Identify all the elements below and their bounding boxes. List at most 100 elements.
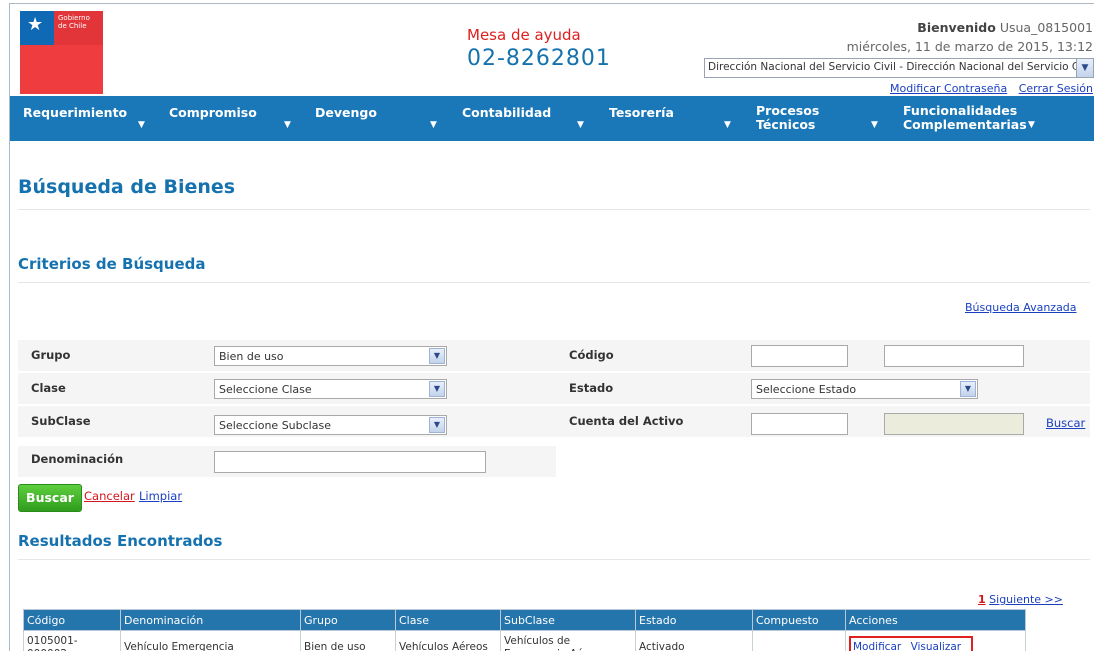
app-window: ★ Gobierno de Chile Mesa de ayuda 02-826… [9,3,1094,651]
divider [18,282,1090,283]
nav-item-compromiso[interactable]: Compromiso ▼ [169,105,291,151]
grupo-select-value: Bien de uso [219,350,284,363]
welcome-prefix: Bienvenido [917,20,996,35]
search-button[interactable]: Buscar [18,484,82,512]
nav-item-label: Requerimiento [23,105,128,120]
nav-item-requerimiento[interactable]: Requerimiento ▼ [23,105,145,151]
cancel-link[interactable]: Cancelar [84,489,135,503]
estado-select-value: Seleccione Estado [756,383,857,396]
grupo-select[interactable]: Bien de uso ▼ [214,346,447,366]
actions-highlight: Modificar Visualizar [849,635,974,651]
help-desk-phone: 02-8262801 [467,46,611,71]
clase-select[interactable]: Seleccione Clase ▼ [214,379,447,399]
codigo-field-2[interactable] [884,345,1024,367]
subclase-select[interactable]: Seleccione Subclase ▼ [214,415,447,435]
nav-item-label: Funcionalidades Complementarias [903,103,1027,132]
caret-down-icon: ▼ [284,120,291,130]
nav-item-label: Procesos Técnicos [756,103,820,132]
caret-down-icon: ▼ [724,120,731,130]
table-row: 0105001-000002 Vehículo Emergencia Bien … [23,630,1026,651]
nav-item-label: Contabilidad [462,105,552,120]
column-header[interactable]: Grupo [300,609,396,631]
page-title: Búsqueda de Bienes [18,176,236,198]
nav-item-funcionalidades-complementarias[interactable]: Funcionalidades Complementarias ▼ [903,104,1088,149]
column-header[interactable]: Estado [635,609,753,631]
cell-estado: Activado [635,630,753,651]
subclase-label: SubClase [31,414,91,428]
nav-item-procesos-tecnicos[interactable]: Procesos Técnicos ▼ [756,103,878,149]
column-header[interactable]: Clase [395,609,501,631]
cell-subclase: Vehículos de Emergencia Aéreos [500,630,636,651]
main-nav: Requerimiento ▼ Compromiso ▼ Devengo ▼ C… [10,96,1094,141]
column-header[interactable]: Código [23,609,121,631]
cuenta-description-field [884,413,1024,435]
column-header[interactable]: Compuesto [752,609,846,631]
criteria-title: Criterios de Búsqueda [18,255,206,273]
header: ★ Gobierno de Chile Mesa de ayuda 02-826… [10,4,1094,96]
cell-acciones: Modificar Visualizar [845,630,1026,651]
codigo-field-1[interactable] [751,345,848,367]
cell-compuesto [752,630,846,651]
user-name: Usua_0815001 [999,20,1093,35]
caret-down-icon: ▼ [430,120,437,130]
form-row-clase: Clase Seleccione Clase ▼ Estado Seleccio… [18,372,1090,404]
chevron-down-icon[interactable]: ▼ [960,381,976,397]
cell-clase: Vehículos Aéreos [395,630,501,651]
nav-item-devengo[interactable]: Devengo ▼ [315,105,437,151]
form-row-grupo: Grupo Bien de uso ▼ Código [18,339,1090,371]
table-header-row: Código Denominación Grupo Clase SubClase… [23,609,1026,631]
chevron-down-icon[interactable]: ▼ [429,348,445,364]
pager-next-link[interactable]: Siguiente >> [989,593,1063,606]
caret-down-icon: ▼ [871,120,878,130]
cuenta-search-link[interactable]: Buscar [1046,416,1085,430]
column-header[interactable]: Acciones [845,609,1026,631]
logout-link[interactable]: Cerrar Sesión [1019,82,1093,95]
pager: 1 Siguiente >> [978,593,1063,606]
divider [18,559,1090,560]
pager-current-page[interactable]: 1 [978,593,986,606]
organization-select[interactable]: Dirección Nacional del Servicio Civil - … [704,58,1094,78]
caret-down-icon: ▼ [1028,120,1035,130]
form-row-denominacion: Denominación [18,445,556,477]
caret-down-icon: ▼ [577,120,584,130]
cuenta-label: Cuenta del Activo [569,414,684,428]
form-row-subclase: SubClase Seleccione Subclase ▼ Cuenta de… [18,405,1090,437]
chevron-down-icon[interactable]: ▼ [429,417,445,433]
nav-item-contabilidad[interactable]: Contabilidad ▼ [462,105,584,151]
divider [18,209,1090,210]
caret-down-icon: ▼ [138,120,145,130]
clase-label: Clase [31,381,66,395]
chevron-down-icon[interactable]: ▼ [429,381,445,397]
star-icon: ★ [27,14,44,35]
welcome-text: Bienvenido Usua_0815001 [917,20,1093,35]
estado-select[interactable]: Seleccione Estado ▼ [751,379,978,399]
gobierno-logo: ★ Gobierno de Chile [20,11,103,94]
organization-select-value: Dirección Nacional del Servicio Civil - … [708,61,1094,73]
clase-select-value: Seleccione Clase [219,383,312,396]
column-header[interactable]: Denominación [120,609,301,631]
codigo-label: Código [569,348,614,362]
modify-link[interactable]: Modificar [853,641,901,651]
logo-text: Gobierno de Chile [58,14,90,30]
results-title: Resultados Encontrados [18,532,223,550]
estado-label: Estado [569,381,614,395]
clear-link[interactable]: Limpiar [139,489,182,503]
denominacion-label: Denominación [31,452,124,466]
nav-item-label: Tesorería [609,105,674,120]
view-link[interactable]: Visualizar [911,641,962,651]
column-header[interactable]: SubClase [500,609,636,631]
advanced-search-link[interactable]: Búsqueda Avanzada [965,301,1077,314]
nav-item-tesoreria[interactable]: Tesorería ▼ [609,105,731,151]
results-table: Código Denominación Grupo Clase SubClase… [23,609,1026,651]
subclase-select-value: Seleccione Subclase [219,419,331,432]
current-datetime: miércoles, 11 de marzo de 2015, 13:12 [846,39,1093,54]
nav-item-label: Compromiso [169,105,257,120]
nav-item-label: Devengo [315,105,377,120]
help-desk-title: Mesa de ayuda [467,26,581,44]
account-links: Modificar Contraseña Cerrar Sesión [882,82,1093,95]
change-password-link[interactable]: Modificar Contraseña [890,82,1007,95]
denominacion-field[interactable] [214,451,486,473]
cell-codigo: 0105001-000002 [23,630,121,651]
cuenta-field[interactable] [751,413,848,435]
chevron-down-icon[interactable]: ▼ [1076,59,1093,77]
